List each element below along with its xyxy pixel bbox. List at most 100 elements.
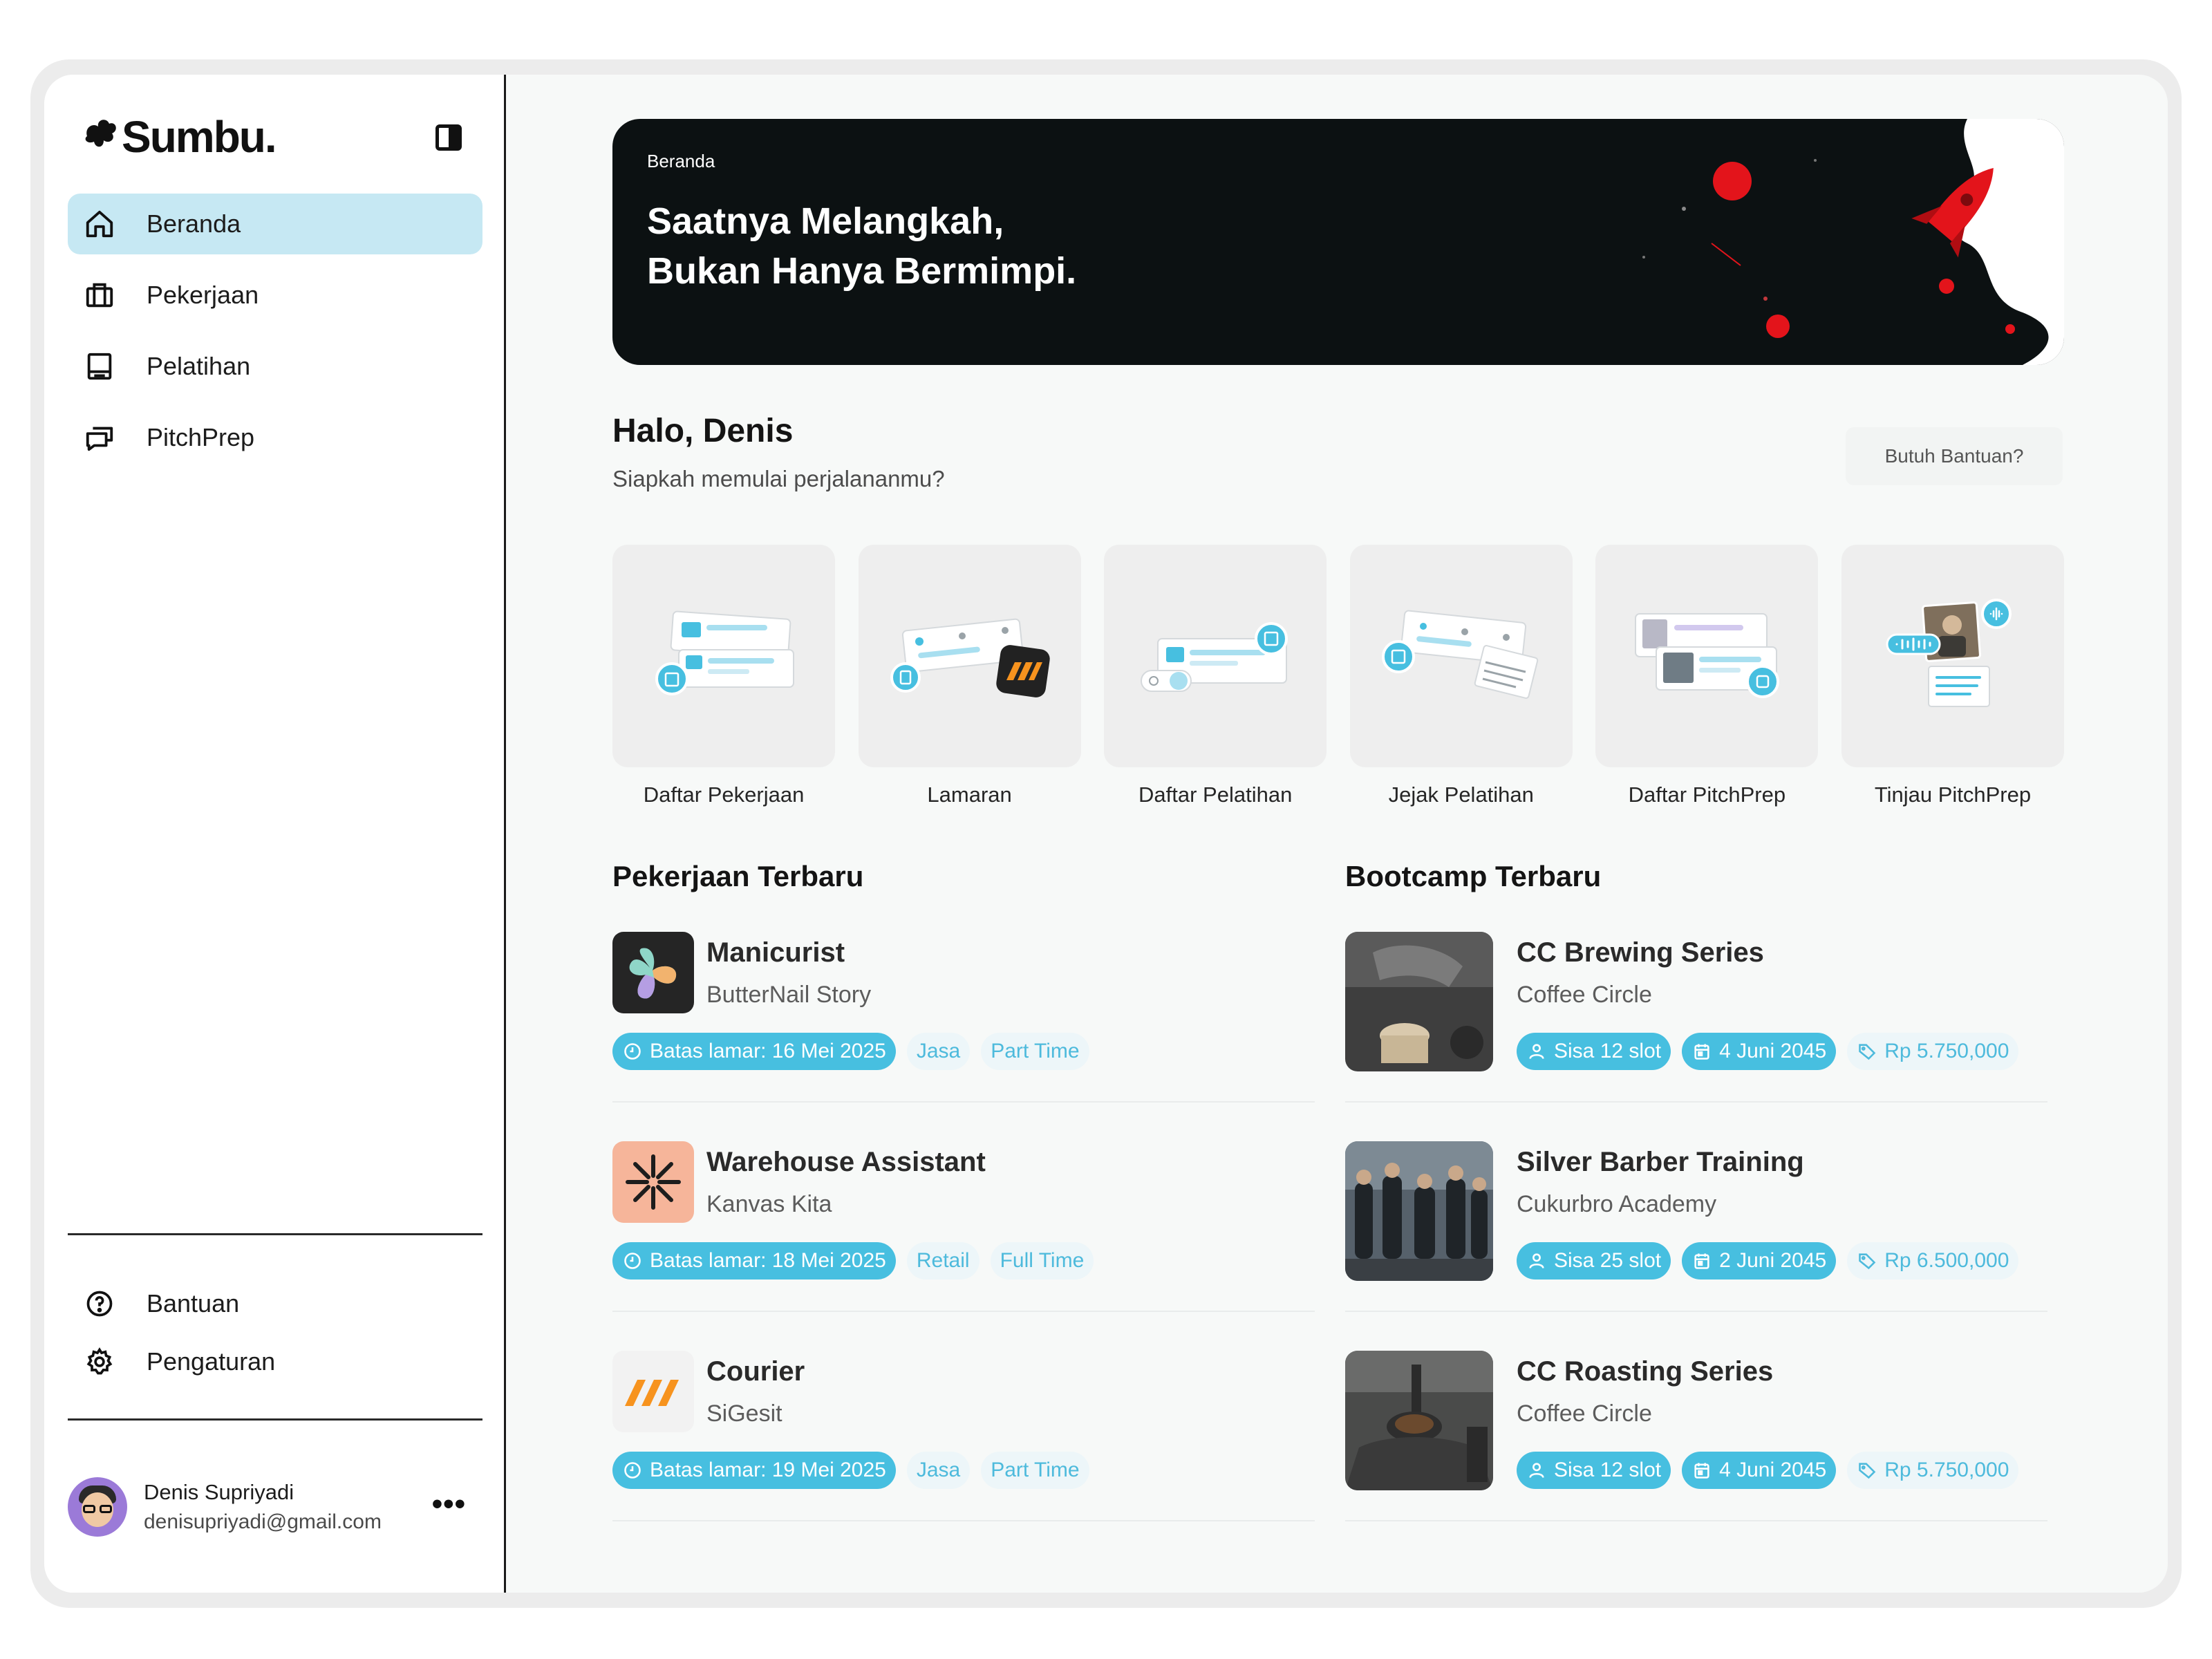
shortcut-label: Tinjau PitchPrep [1874, 782, 2032, 807]
job-company: Kanvas Kita [706, 1191, 832, 1217]
book-icon [83, 350, 116, 383]
sidebar-item-beranda[interactable]: Beranda [68, 194, 482, 254]
price-tag-icon [1857, 1460, 1877, 1481]
sidebar-item-pekerjaan[interactable]: Pekerjaan [68, 265, 482, 326]
bootcamp-organizer: Cukurbro Academy [1517, 1191, 1717, 1217]
app-name: Sumbu. [122, 112, 277, 162]
hero-title-line: Bukan Hanya Bermimpi. [647, 250, 1077, 292]
category-badge: Jasa [906, 1452, 971, 1489]
shortcut-label: Jejak Pelatihan [1388, 782, 1534, 807]
shortcut-label: Daftar PitchPrep [1628, 782, 1786, 807]
date-text: 4 Juni 2045 [1719, 1459, 1827, 1481]
shortcut-grid: Daftar Pekerjaan Lamaran Daftar Pelatiha… [612, 545, 2064, 807]
sidebar-divider [68, 1418, 482, 1421]
more-options-icon[interactable]: ••• [432, 1489, 466, 1519]
jobs-list: Manicurist ButterNail Story Batas lamar:… [612, 932, 1315, 1560]
slots-text: Sisa 25 slot [1554, 1249, 1662, 1272]
app-logo[interactable]: Sumbu. [83, 111, 277, 163]
slots-text: Sisa 12 slot [1554, 1459, 1662, 1481]
sidebar-item-label: Pelatihan [147, 352, 251, 380]
profile-email: denisupriyadi@gmail.com [144, 1510, 382, 1533]
slots-badge: Sisa 25 slot [1517, 1242, 1671, 1280]
shortcut-daftar-pitchprep[interactable]: Daftar PitchPrep [1595, 545, 1819, 807]
job-tags: Batas lamar: 18 Mei 2025 Retail Full Tim… [612, 1242, 1094, 1280]
list-item[interactable]: CC Brewing Series Coffee Circle Sisa 12 … [1345, 932, 2047, 1141]
sidebar-item-bantuan[interactable]: Bantuan [68, 1277, 482, 1330]
job-type-badge: Part Time [981, 1033, 1089, 1070]
shortcut-daftar-pelatihan[interactable]: Daftar Pelatihan [1104, 545, 1327, 807]
category-badge: Retail [906, 1242, 980, 1280]
shortcut-jejak-pelatihan[interactable]: Jejak Pelatihan [1349, 545, 1573, 807]
list-item[interactable]: Warehouse Assistant Kanvas Kita Batas la… [612, 1141, 1315, 1351]
price-tag-icon [1857, 1041, 1877, 1062]
date-badge: 4 Juni 2045 [1682, 1452, 1837, 1489]
category-badge: Jasa [906, 1033, 971, 1070]
hero-title-line: Saatnya Melangkah, [647, 200, 1004, 242]
date-text: 2 Juni 2045 [1719, 1249, 1827, 1272]
job-company: ButterNail Story [706, 982, 872, 1008]
price-tag-icon [1857, 1250, 1877, 1271]
price-badge: Rp 5.750,000 [1847, 1033, 2019, 1070]
bootcamp-tags: Sisa 25 slot 2 Juni 2045 Rp 6.500,000 [1517, 1242, 2019, 1280]
date-badge: 2 Juni 2045 [1682, 1242, 1837, 1280]
bootcamp-photo [1345, 1141, 1493, 1281]
home-icon [83, 207, 116, 241]
date-text: 4 Juni 2045 [1719, 1040, 1827, 1062]
kanvas-kita-logo [612, 1141, 694, 1223]
shortcut-lamaran[interactable]: Lamaran [858, 545, 1081, 807]
deadline-badge: Batas lamar: 16 Mei 2025 [612, 1033, 896, 1070]
shortcut-label: Daftar Pelatihan [1138, 782, 1293, 807]
user-icon [1526, 1460, 1547, 1481]
chat-bubbles-icon [83, 421, 116, 454]
sidebar-item-label: Pengaturan [147, 1347, 276, 1376]
slots-badge: Sisa 12 slot [1517, 1452, 1671, 1489]
sidebar-nav: Beranda Pekerjaan Pelatihan PitchPrep [68, 194, 482, 478]
sidebar-item-label: Bantuan [147, 1289, 240, 1318]
shortcut-daftar-pekerjaan[interactable]: Daftar Pekerjaan [612, 545, 835, 807]
price-badge: Rp 6.500,000 [1847, 1242, 2019, 1280]
sidebar-item-pelatihan[interactable]: Pelatihan [68, 336, 482, 397]
breadcrumb: Beranda [647, 151, 715, 171]
help-circle-icon [83, 1287, 116, 1320]
slots-badge: Sisa 12 slot [1517, 1033, 1671, 1070]
user-icon [1526, 1041, 1547, 1062]
shortcut-label: Lamaran [927, 782, 1012, 807]
pitchprep-list-illustration [1595, 545, 1819, 767]
training-history-illustration [1349, 545, 1573, 767]
deadline-text: Batas lamar: 18 Mei 2025 [650, 1249, 886, 1272]
deadline-text: Batas lamar: 19 Mei 2025 [650, 1459, 886, 1481]
job-title: Manicurist [706, 937, 845, 968]
row-divider [612, 1101, 1315, 1103]
price-badge: Rp 5.750,000 [1847, 1452, 2019, 1489]
app-window: Sumbu. Beranda Pekerjaan Pelatihan Pitch… [44, 75, 2168, 1593]
bootcamp-title: CC Roasting Series [1517, 1356, 1774, 1387]
list-item[interactable]: Manicurist ButterNail Story Batas lamar:… [612, 932, 1315, 1141]
sidebar-item-label: PitchPrep [147, 423, 255, 451]
sidebar-bottom-nav: Bantuan Pengaturan [68, 1277, 482, 1398]
help-button[interactable]: Butuh Bantuan? [1846, 427, 2063, 485]
hero-banner: Beranda Saatnya Melangkah, Bukan Hanya B… [612, 119, 2064, 365]
row-divider [1345, 1520, 2047, 1521]
sidebar-divider [68, 1233, 482, 1235]
list-item[interactable]: Silver Barber Training Cukurbro Academy … [1345, 1141, 2047, 1351]
list-item[interactable]: Courier SiGesit Batas lamar: 19 Mei 2025… [612, 1351, 1315, 1560]
bootcamp-organizer: Coffee Circle [1517, 1400, 1652, 1427]
row-divider [612, 1311, 1315, 1312]
user-profile[interactable]: Denis Supriyadi denisupriyadi@gmail.com … [68, 1472, 482, 1541]
bootcamp-organizer: Coffee Circle [1517, 982, 1652, 1008]
price-text: Rp 5.750,000 [1884, 1459, 2009, 1481]
row-divider [1345, 1311, 2047, 1312]
list-item[interactable]: CC Roasting Series Coffee Circle Sisa 12… [1345, 1351, 2047, 1560]
date-badge: 4 Juni 2045 [1682, 1033, 1837, 1070]
sidebar-item-pengaturan[interactable]: Pengaturan [68, 1335, 482, 1388]
sidebar-toggle-icon[interactable] [435, 124, 462, 151]
jobs-section-title: Pekerjaan Terbaru [612, 860, 864, 892]
user-icon [1526, 1250, 1547, 1271]
sidebar-item-pitchprep[interactable]: PitchPrep [68, 407, 482, 468]
shortcut-tinjau-pitchprep[interactable]: Tinjau PitchPrep [1841, 545, 2064, 807]
bootcamp-tags: Sisa 12 slot 4 Juni 2045 Rp 5.750,000 [1517, 1033, 2019, 1070]
greeting-title: Halo, Denis [612, 413, 794, 449]
butternail-logo [612, 932, 694, 1013]
job-title: Warehouse Assistant [706, 1147, 986, 1177]
job-type-badge: Part Time [981, 1452, 1089, 1489]
